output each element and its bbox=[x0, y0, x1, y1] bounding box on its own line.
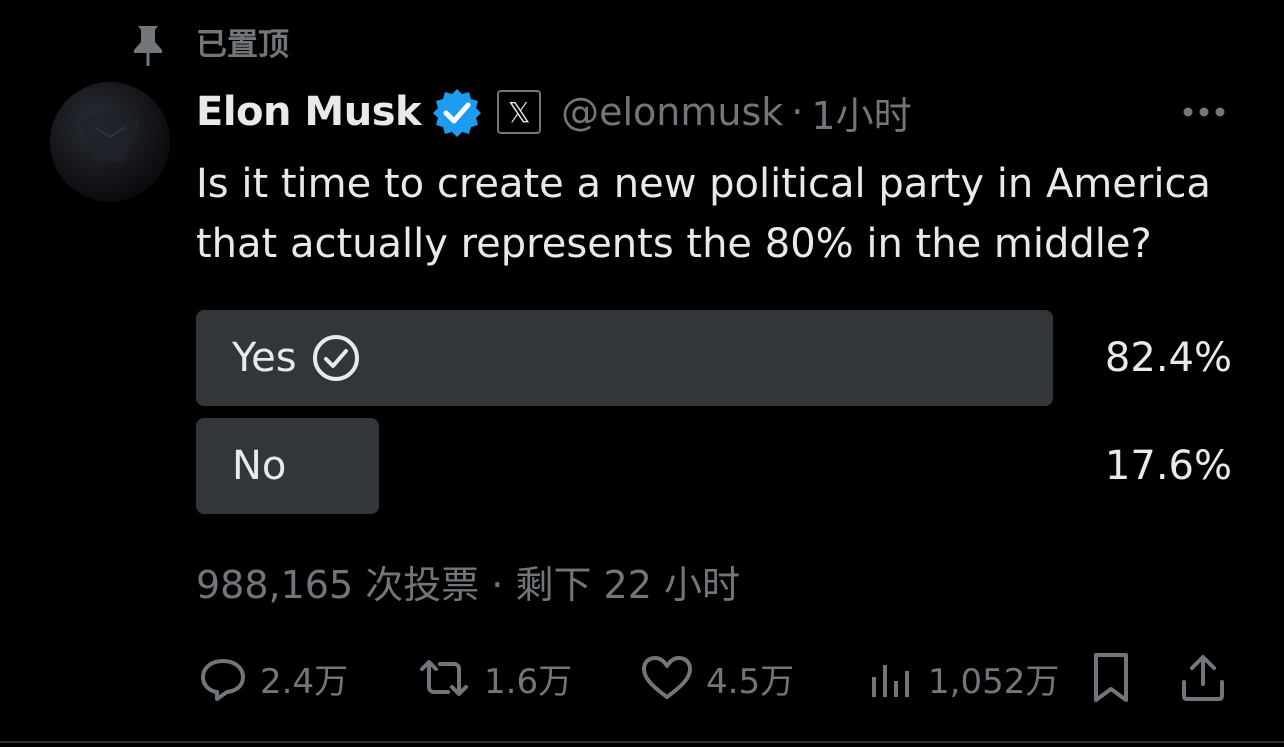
avatar[interactable] bbox=[50, 82, 170, 202]
pin-icon bbox=[134, 26, 162, 66]
avatar-image bbox=[80, 107, 140, 162]
separator: · bbox=[791, 90, 804, 134]
reply-icon bbox=[201, 659, 245, 701]
views-button[interactable]: 1,052万 bbox=[866, 648, 1059, 708]
action-bar: 2.4万 1.6万 4.5万 1,052万 bbox=[196, 648, 1236, 708]
divider bbox=[0, 741, 1284, 743]
check-circle-icon bbox=[312, 335, 359, 381]
pinned-indicator bbox=[130, 22, 166, 70]
author-handle[interactable]: @elonmusk bbox=[561, 90, 783, 134]
repost-icon bbox=[420, 660, 468, 696]
more-horizontal-icon bbox=[1183, 107, 1225, 117]
poll-percent-yes: 82.4% bbox=[1104, 335, 1232, 381]
pinned-label: 已置顶 bbox=[196, 27, 289, 63]
share-button[interactable] bbox=[1178, 648, 1228, 708]
verified-badge-icon[interactable] bbox=[431, 86, 483, 138]
view-count: 1,052万 bbox=[928, 661, 1060, 702]
poll-option-yes[interactable]: Yes 82.4% bbox=[196, 310, 1236, 406]
poll-percent-no: 17.6% bbox=[1104, 443, 1232, 489]
reply-button[interactable]: 2.4万 bbox=[198, 648, 348, 708]
tweet-header: Elon Musk 𝕏 @elonmusk · 1小时 bbox=[196, 84, 912, 140]
like-button[interactable]: 4.5万 bbox=[640, 648, 794, 708]
bookmark-button[interactable] bbox=[1088, 648, 1134, 708]
poll-meta: 988,165 次投票 · 剩下 22 小时 bbox=[196, 563, 740, 607]
bookmark-icon bbox=[1094, 653, 1128, 702]
more-button[interactable] bbox=[1176, 96, 1232, 128]
tweet-time[interactable]: 1小时 bbox=[811, 85, 911, 140]
author-name[interactable]: Elon Musk bbox=[196, 89, 422, 135]
tweet-text: Is it time to create a new political par… bbox=[196, 161, 1211, 267]
share-icon bbox=[1182, 655, 1224, 701]
poll: Yes 82.4% No 17.6% bbox=[196, 310, 1236, 526]
reply-count: 2.4万 bbox=[260, 661, 349, 702]
views-chart-icon bbox=[872, 665, 909, 697]
poll-option-label: No bbox=[232, 443, 287, 489]
repost-button[interactable]: 1.6万 bbox=[416, 648, 572, 708]
x-logo-icon[interactable]: 𝕏 bbox=[497, 90, 542, 134]
repost-count: 1.6万 bbox=[484, 661, 573, 702]
heart-icon bbox=[642, 656, 692, 699]
poll-bar-no bbox=[196, 418, 379, 514]
like-count: 4.5万 bbox=[706, 661, 795, 702]
poll-option-label: Yes bbox=[232, 335, 297, 381]
poll-option-no[interactable]: No 17.6% bbox=[196, 418, 1236, 514]
